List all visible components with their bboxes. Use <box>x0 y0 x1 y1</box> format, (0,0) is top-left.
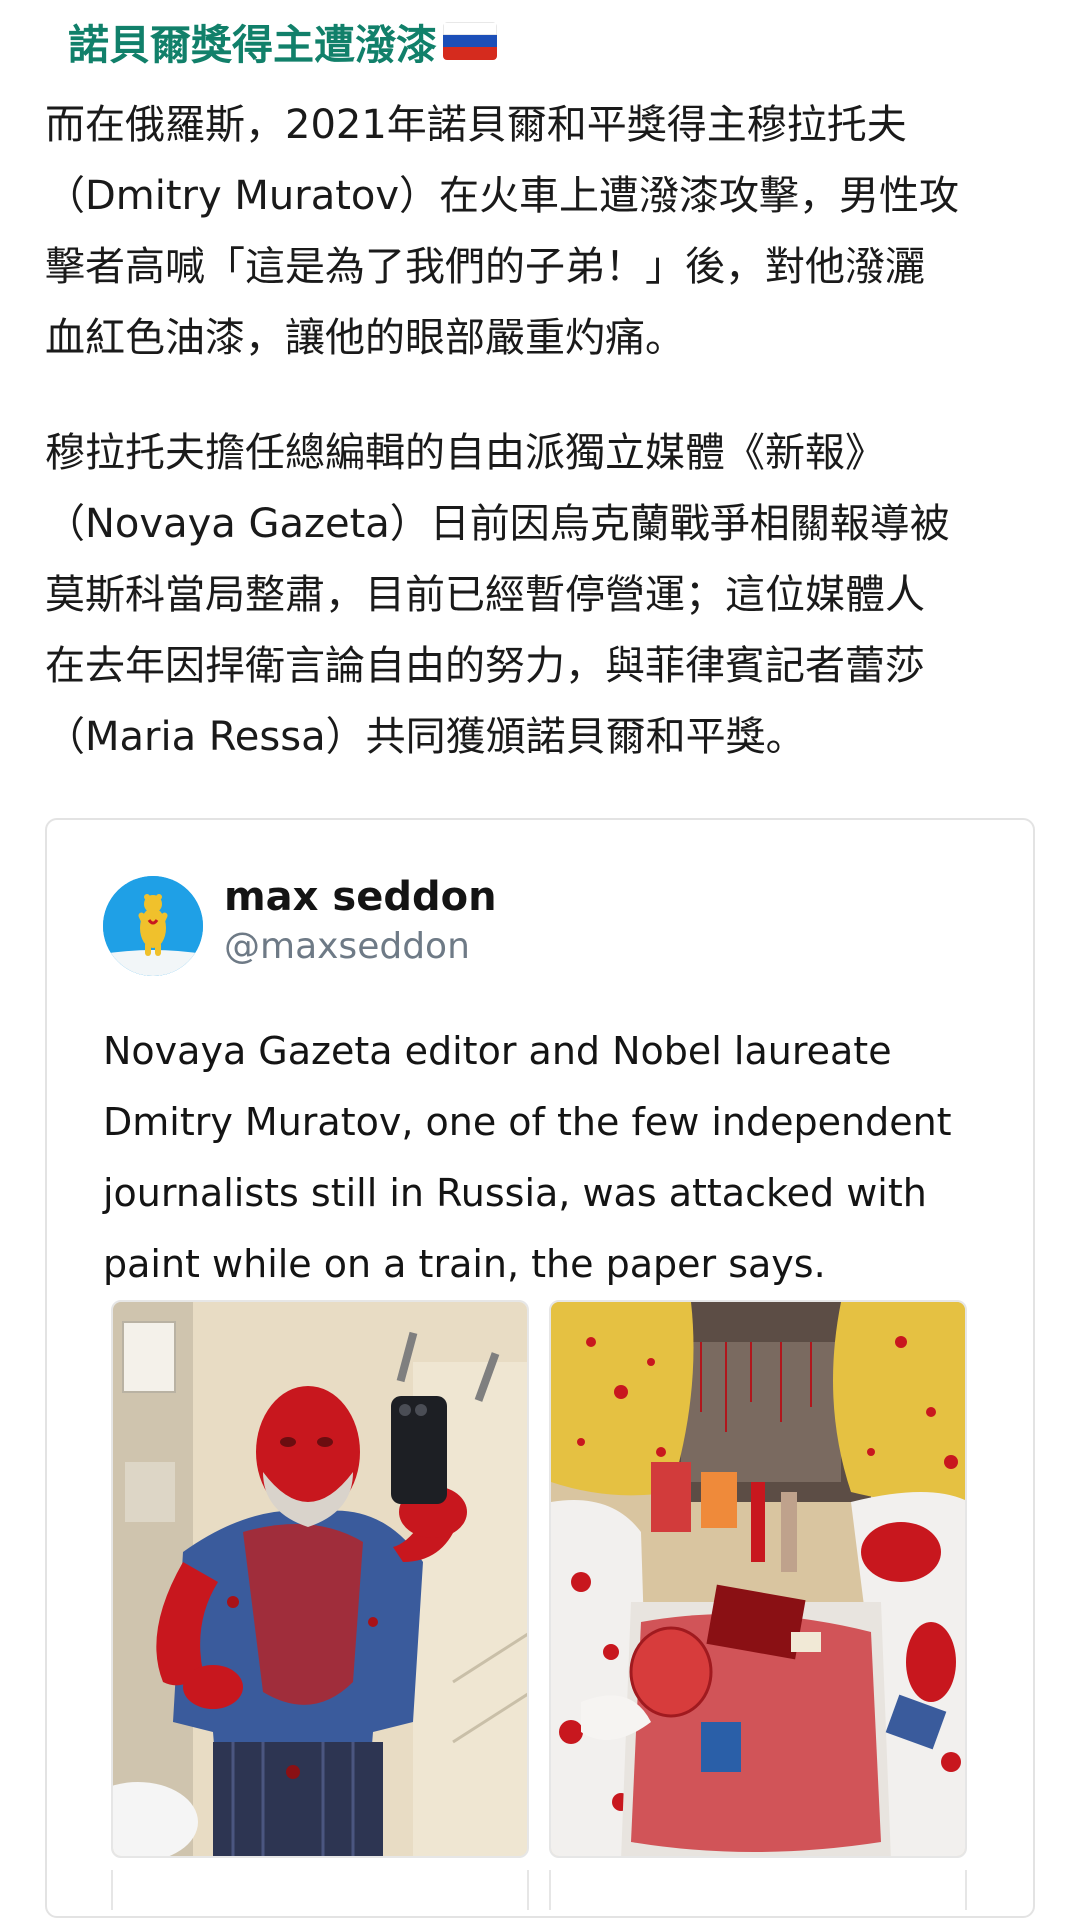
bear-avatar-icon[interactable] <box>103 876 203 976</box>
paragraph-line: （Maria Ressa）共同獲頒諾貝爾和平獎。 <box>45 714 806 760</box>
paragraph-line: 莫斯科當局整肅，目前已經暫停營運；這位媒體人 <box>45 572 925 618</box>
embedded-tweet-card[interactable]: max seddon @maxseddon Novaya Gazeta edit… <box>45 818 1035 1918</box>
tweet-text-line: Dmitry Muratov, one of the few independe… <box>103 1100 952 1144</box>
article-page: 諾貝爾獎得主遭潑漆 而在俄羅斯，2021年諾貝爾和平獎得主穆拉托夫 （Dmitr… <box>0 0 1080 1918</box>
headline-text: 諾貝爾獎得主遭潑漆 <box>68 21 437 69</box>
paragraph-line: （Dmitry Muratov）在火車上遭潑漆攻擊，男性攻 <box>45 173 960 219</box>
tweet-text-line: journalists still in Russia, was attacke… <box>103 1171 927 1215</box>
tweet-photo-2-continuation <box>549 1870 967 1910</box>
paragraph-line: 穆拉托夫擔任總編輯的自由派獨立媒體《新報》 <box>45 430 885 476</box>
article-paragraph-1: 而在俄羅斯，2021年諾貝爾和平獎得主穆拉托夫 （Dmitry Muratov）… <box>45 90 1045 374</box>
tweet-photo-1[interactable] <box>111 1300 529 1858</box>
tweet-author-name[interactable]: max seddon <box>224 874 497 920</box>
paragraph-line: 而在俄羅斯，2021年諾貝爾和平獎得主穆拉托夫 <box>45 102 907 148</box>
article-paragraph-2: 穆拉托夫擔任總編輯的自由派獨立媒體《新報》 （Novaya Gazeta）日前因… <box>45 418 1045 773</box>
paragraph-line: 在去年因捍衛言論自由的努力，與菲律賓記者蕾莎 <box>45 643 925 689</box>
photo-train-compartment-splattered-with-paint <box>551 1302 965 1856</box>
tweet-text-line: paint while on a train, the paper says. <box>103 1242 826 1286</box>
section-headline: 諾貝爾獎得主遭潑漆 <box>68 14 497 69</box>
tweet-text-line: Novaya Gazeta editor and Nobel laureate <box>103 1029 892 1073</box>
russia-flag-icon <box>443 22 497 60</box>
tweet-photo-2[interactable] <box>549 1300 967 1858</box>
photo-man-covered-in-red-paint <box>113 1302 527 1856</box>
tweet-author-handle[interactable]: @maxseddon <box>224 926 470 967</box>
paragraph-line: 擊者高喊「這是為了我們的子弟！」後，對他潑灑 <box>45 244 925 290</box>
paragraph-line: 血紅色油漆，讓他的眼部嚴重灼痛。 <box>45 315 685 361</box>
paragraph-line: （Novaya Gazeta）日前因烏克蘭戰爭相關報導被 <box>45 501 950 547</box>
tweet-photo-1-continuation <box>111 1870 529 1910</box>
tweet-text: Novaya Gazeta editor and Nobel laureate … <box>103 1016 1003 1300</box>
